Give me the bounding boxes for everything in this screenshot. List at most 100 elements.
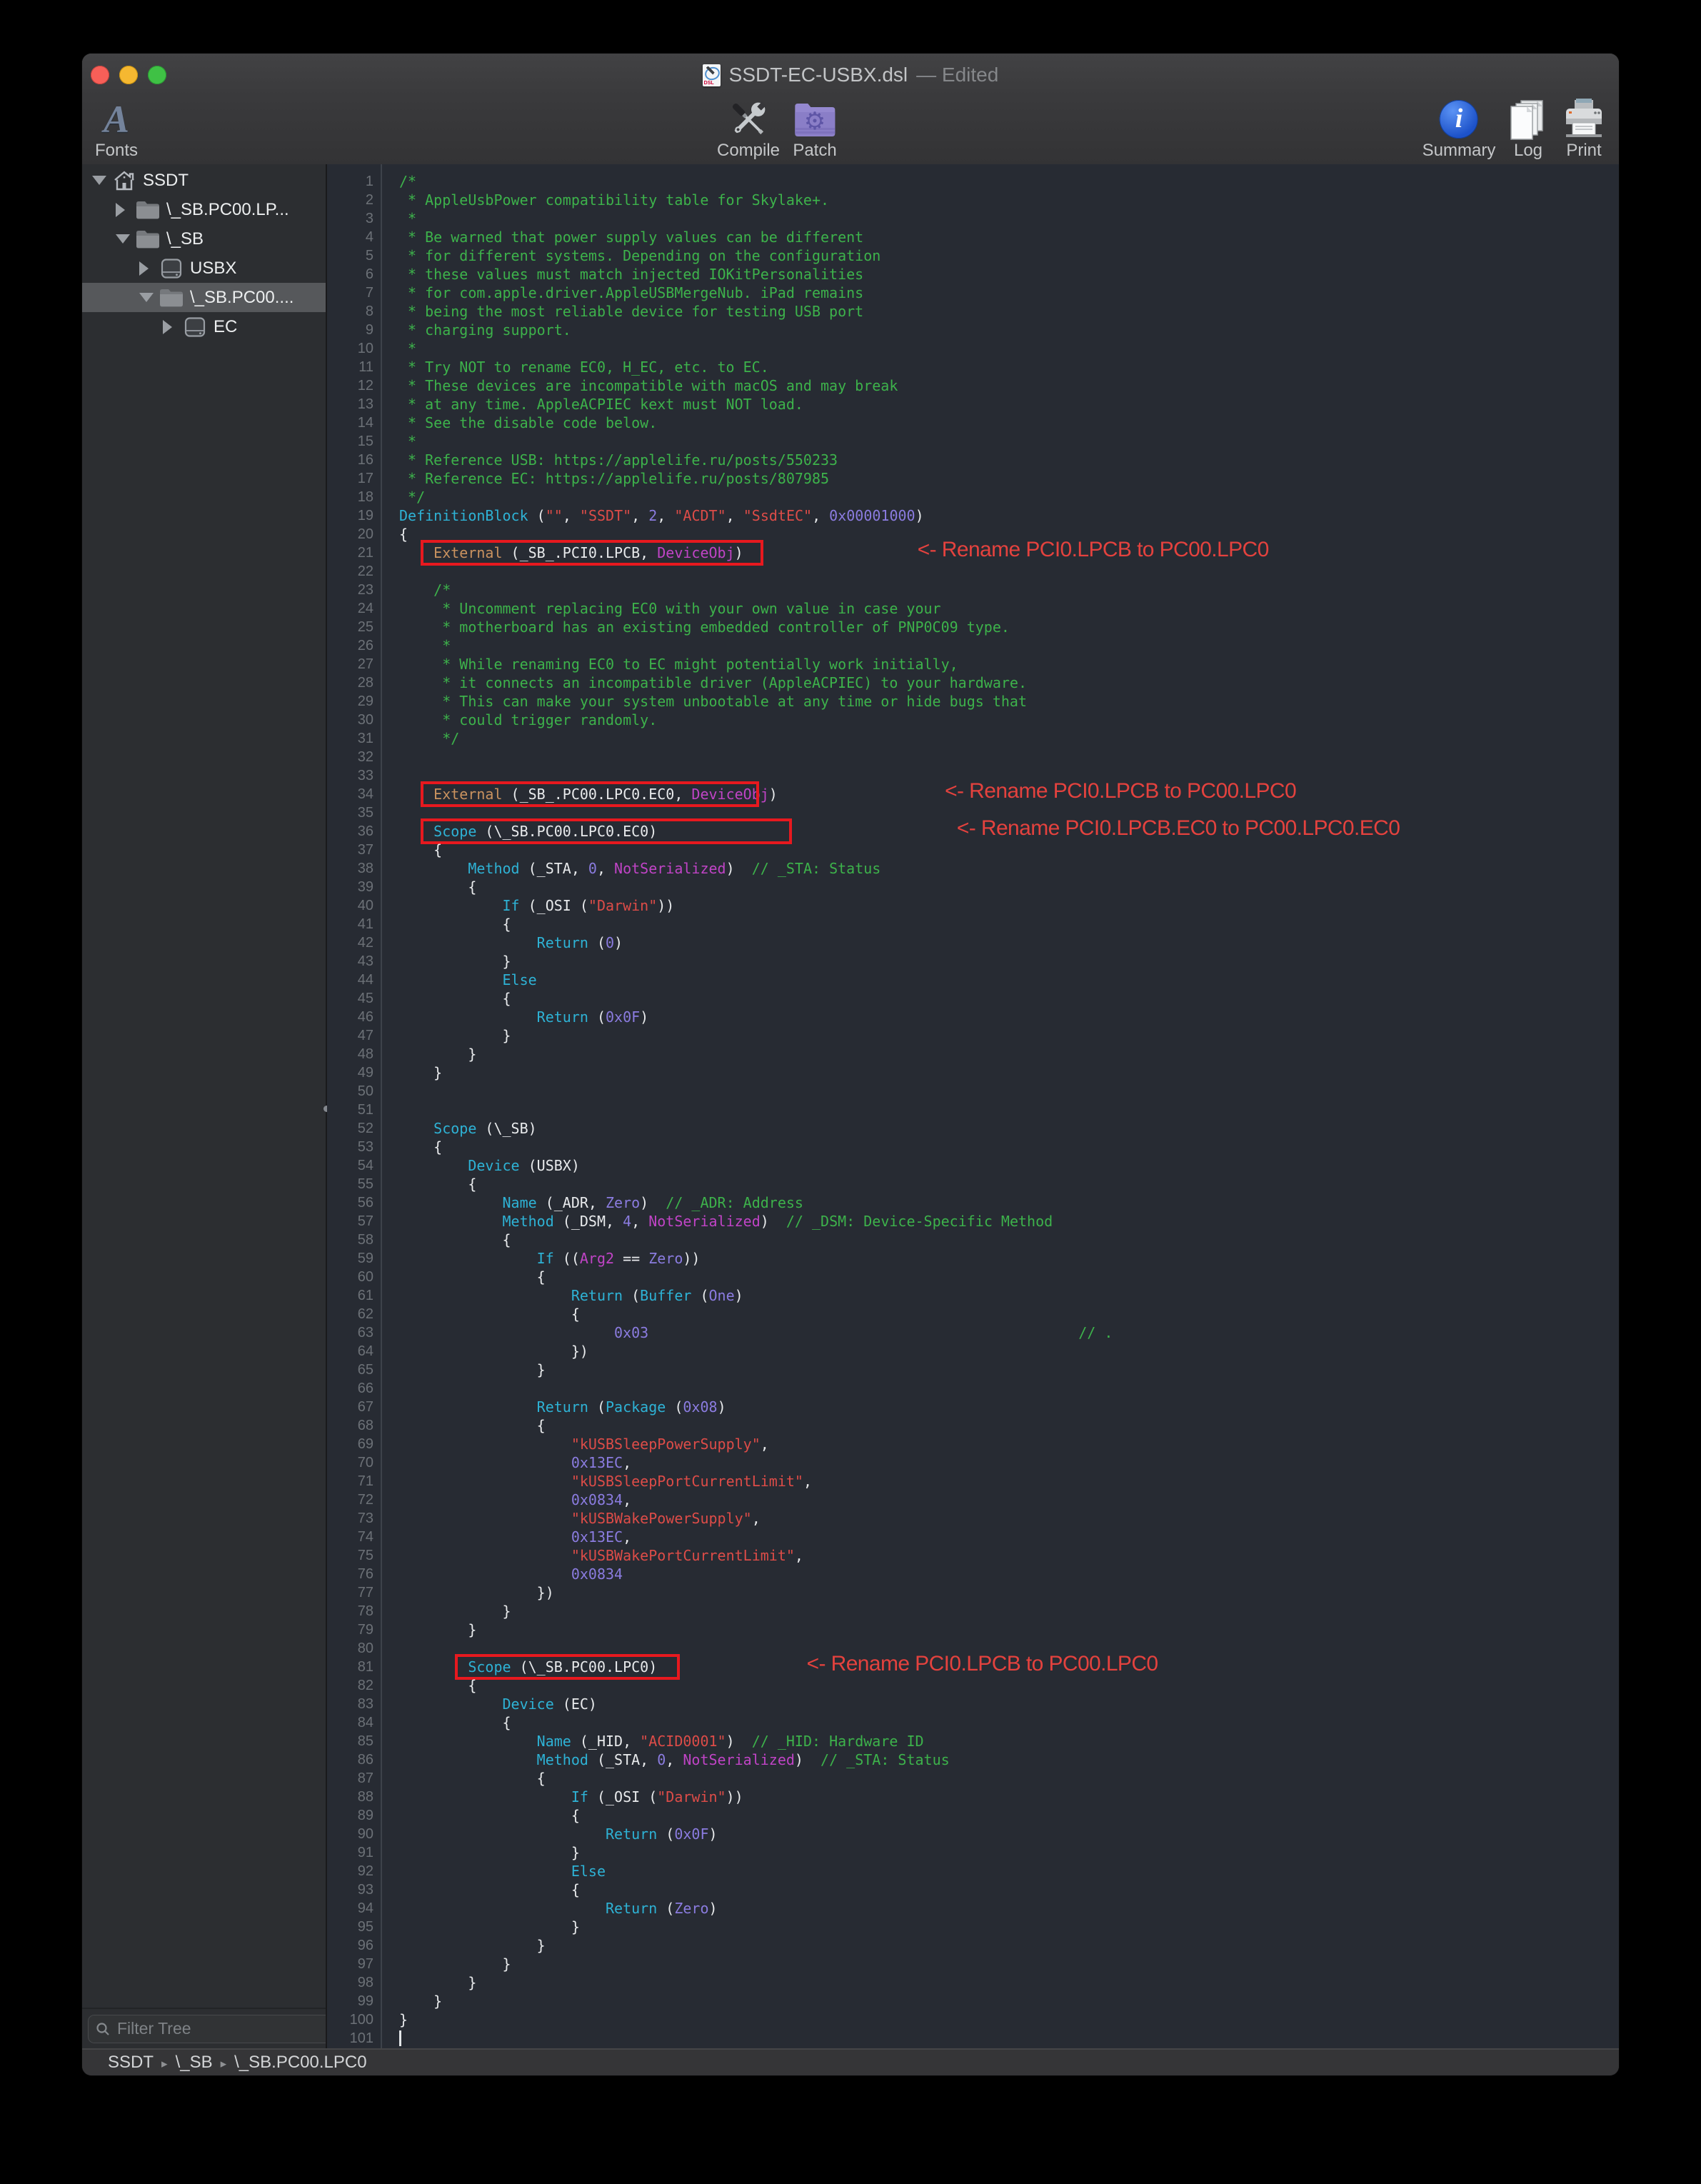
code-line[interactable]: 42 Return (0) — [327, 933, 1619, 952]
compile-button[interactable]: Compile — [717, 96, 780, 164]
patch-button[interactable]: ⚙ Patch — [793, 96, 836, 164]
code-line-text[interactable]: * This can make your system unbootable a… — [382, 692, 1619, 711]
code-line-text[interactable]: { — [382, 1769, 1619, 1788]
code-line-text[interactable]: Scope (\_SB) — [382, 1119, 1619, 1138]
code-line[interactable]: 68 { — [327, 1416, 1619, 1435]
code-line[interactable]: 63 0x03 // . — [327, 1323, 1619, 1342]
code-line[interactable]: 14 * See the disable code below. — [327, 414, 1619, 432]
code-line[interactable]: 72 0x0834, — [327, 1491, 1619, 1509]
code-line[interactable]: 1/* — [327, 172, 1619, 191]
code-line[interactable]: 11 * Try NOT to rename EC0, H_EC, etc. t… — [327, 358, 1619, 376]
code-line-text[interactable]: "kUSBSleepPortCurrentLimit", — [382, 1472, 1619, 1491]
disclosure-closed-icon[interactable] — [163, 320, 172, 334]
code-line-text[interactable]: { — [382, 1305, 1619, 1323]
code-line[interactable]: 90 Return (0x0F) — [327, 1825, 1619, 1843]
code-line-text[interactable]: /* — [382, 172, 1619, 191]
code-line-text[interactable]: { — [382, 1231, 1619, 1249]
code-line[interactable]: 45 { — [327, 989, 1619, 1008]
code-line[interactable]: 82 { — [327, 1676, 1619, 1695]
code-line-text[interactable]: DefinitionBlock ("", "SSDT", 2, "ACDT", … — [382, 506, 1619, 525]
code-line[interactable]: 75 "kUSBWakePortCurrentLimit", — [327, 1546, 1619, 1565]
code-line-text[interactable]: Return (0x0F) — [382, 1825, 1619, 1843]
code-line-text[interactable]: * While renaming EC0 to EC might potenti… — [382, 655, 1619, 673]
code-editor[interactable]: 1/*2 * AppleUsbPower compatibility table… — [327, 164, 1619, 2048]
code-line[interactable]: 36 Scope (\_SB.PC00.LPC0.EC0)<- Rename P… — [327, 822, 1619, 841]
code-line-text[interactable]: Else — [382, 1862, 1619, 1880]
code-line[interactable]: 6 * these values must match injected IOK… — [327, 265, 1619, 284]
code-line[interactable]: 16 * Reference USB: https://applelife.ru… — [327, 451, 1619, 469]
code-line-text[interactable]: 0x13EC, — [382, 1453, 1619, 1472]
code-line-text[interactable]: * Uncomment replacing EC0 with your own … — [382, 599, 1619, 618]
code-line-text[interactable]: { — [382, 1676, 1619, 1695]
code-line[interactable]: 34 External (_SB_.PC00.LPC0.EC0, DeviceO… — [327, 785, 1619, 803]
code-line-text[interactable]: * motherboard has an existing embedded c… — [382, 618, 1619, 636]
tree-item-usbx[interactable]: USBX — [82, 254, 326, 283]
code-line-text[interactable]: * — [382, 636, 1619, 655]
code-line[interactable]: 56 Name (_ADR, Zero) // _ADR: Address — [327, 1193, 1619, 1212]
code-line-text[interactable]: } — [382, 1361, 1619, 1379]
disclosure-open-icon[interactable] — [139, 293, 154, 302]
code-line[interactable]: 51 — [327, 1101, 1619, 1119]
code-line[interactable]: 26 * — [327, 636, 1619, 655]
code-line-text[interactable]: { — [382, 1175, 1619, 1193]
code-line-text[interactable]: } — [382, 1621, 1619, 1639]
code-line-text[interactable]: Name (_ADR, Zero) // _ADR: Address — [382, 1193, 1619, 1212]
code-line[interactable]: 19DefinitionBlock ("", "SSDT", 2, "ACDT"… — [327, 506, 1619, 525]
code-line-text[interactable]: If (_OSI ("Darwin")) — [382, 896, 1619, 915]
code-line[interactable]: 64 }) — [327, 1342, 1619, 1361]
code-line-text[interactable] — [382, 2029, 1619, 2048]
code-line-text[interactable]: } — [382, 1045, 1619, 1063]
tree-item-sbpc00lp[interactable]: \_SB.PC00.LP... — [82, 195, 326, 224]
code-area[interactable]: 1/*2 * AppleUsbPower compatibility table… — [327, 172, 1619, 2048]
code-line-text[interactable]: If ((Arg2 == Zero)) — [382, 1249, 1619, 1268]
disclosure-open-icon[interactable] — [92, 176, 106, 185]
code-line[interactable]: 54 Device (USBX) — [327, 1156, 1619, 1175]
code-line[interactable]: 67 Return (Package (0x08) — [327, 1398, 1619, 1416]
code-line-text[interactable] — [382, 562, 1619, 581]
code-line-text[interactable]: }) — [382, 1583, 1619, 1602]
code-line[interactable]: 78 } — [327, 1602, 1619, 1621]
code-line-text[interactable]: /* — [382, 581, 1619, 599]
code-line[interactable]: 17 * Reference EC: https://applelife.ru/… — [327, 469, 1619, 488]
code-line-text[interactable]: Scope (\_SB.PC00.LPC0.EC0)<- Rename PCI0… — [382, 822, 1619, 841]
code-line[interactable]: 61 Return (Buffer (One) — [327, 1286, 1619, 1305]
code-line-text[interactable]: Method (_STA, 0, NotSerialized) // _STA:… — [382, 859, 1619, 878]
code-line[interactable]: 25 * motherboard has an existing embedde… — [327, 618, 1619, 636]
code-line-text[interactable]: * it connects an incompatible driver (Ap… — [382, 673, 1619, 692]
code-line-text[interactable]: Name (_HID, "ACID0001") // _HID: Hardwar… — [382, 1732, 1619, 1750]
summary-button[interactable]: i Summary — [1422, 96, 1496, 164]
code-line[interactable]: 62 { — [327, 1305, 1619, 1323]
code-line-text[interactable]: 0x03 // . — [382, 1323, 1619, 1342]
code-line[interactable]: 95 } — [327, 1918, 1619, 1936]
code-line[interactable]: 38 Method (_STA, 0, NotSerialized) // _S… — [327, 859, 1619, 878]
breadcrumb-item[interactable]: SSDT — [108, 2053, 154, 2072]
code-line[interactable]: 98 } — [327, 1973, 1619, 1992]
code-line-text[interactable]: } — [382, 1973, 1619, 1992]
tree-item-sbpc00[interactable]: \_SB.PC00.... — [82, 283, 326, 312]
code-line-text[interactable]: External (_SB_.PC00.LPC0.EC0, DeviceObj)… — [382, 785, 1619, 803]
code-line-text[interactable]: { — [382, 915, 1619, 933]
code-line-text[interactable]: Method (_STA, 0, NotSerialized) // _STA:… — [382, 1750, 1619, 1769]
code-line[interactable]: 7 * for com.apple.driver.AppleUSBMergeNu… — [327, 284, 1619, 302]
code-line[interactable]: 28 * it connects an incompatible driver … — [327, 673, 1619, 692]
code-line-text[interactable]: * being the most reliable device for tes… — [382, 302, 1619, 321]
code-line-text[interactable]: * See the disable code below. — [382, 414, 1619, 432]
code-line-text[interactable]: Return (0x0F) — [382, 1008, 1619, 1026]
code-line-text[interactable]: { — [382, 989, 1619, 1008]
code-line[interactable]: 76 0x0834 — [327, 1565, 1619, 1583]
code-line[interactable]: 53 { — [327, 1138, 1619, 1156]
code-line[interactable]: 48 } — [327, 1045, 1619, 1063]
code-line-text[interactable] — [382, 748, 1619, 766]
code-line-text[interactable]: * could trigger randomly. — [382, 711, 1619, 729]
code-line[interactable]: 3 * — [327, 209, 1619, 228]
code-line-text[interactable]: { — [382, 878, 1619, 896]
code-line-text[interactable]: If (_OSI ("Darwin")) — [382, 1788, 1619, 1806]
code-line-text[interactable]: } — [382, 952, 1619, 971]
code-line-text[interactable]: } — [382, 2010, 1619, 2029]
code-line[interactable]: 58 { — [327, 1231, 1619, 1249]
code-line[interactable]: 50 — [327, 1082, 1619, 1101]
code-line-text[interactable]: */ — [382, 488, 1619, 506]
code-line[interactable]: 101 — [327, 2029, 1619, 2048]
code-line-text[interactable]: Scope (\_SB.PC00.LPC0)<- Rename PCI0.LPC… — [382, 1658, 1619, 1676]
code-line[interactable]: 24 * Uncomment replacing EC0 with your o… — [327, 599, 1619, 618]
